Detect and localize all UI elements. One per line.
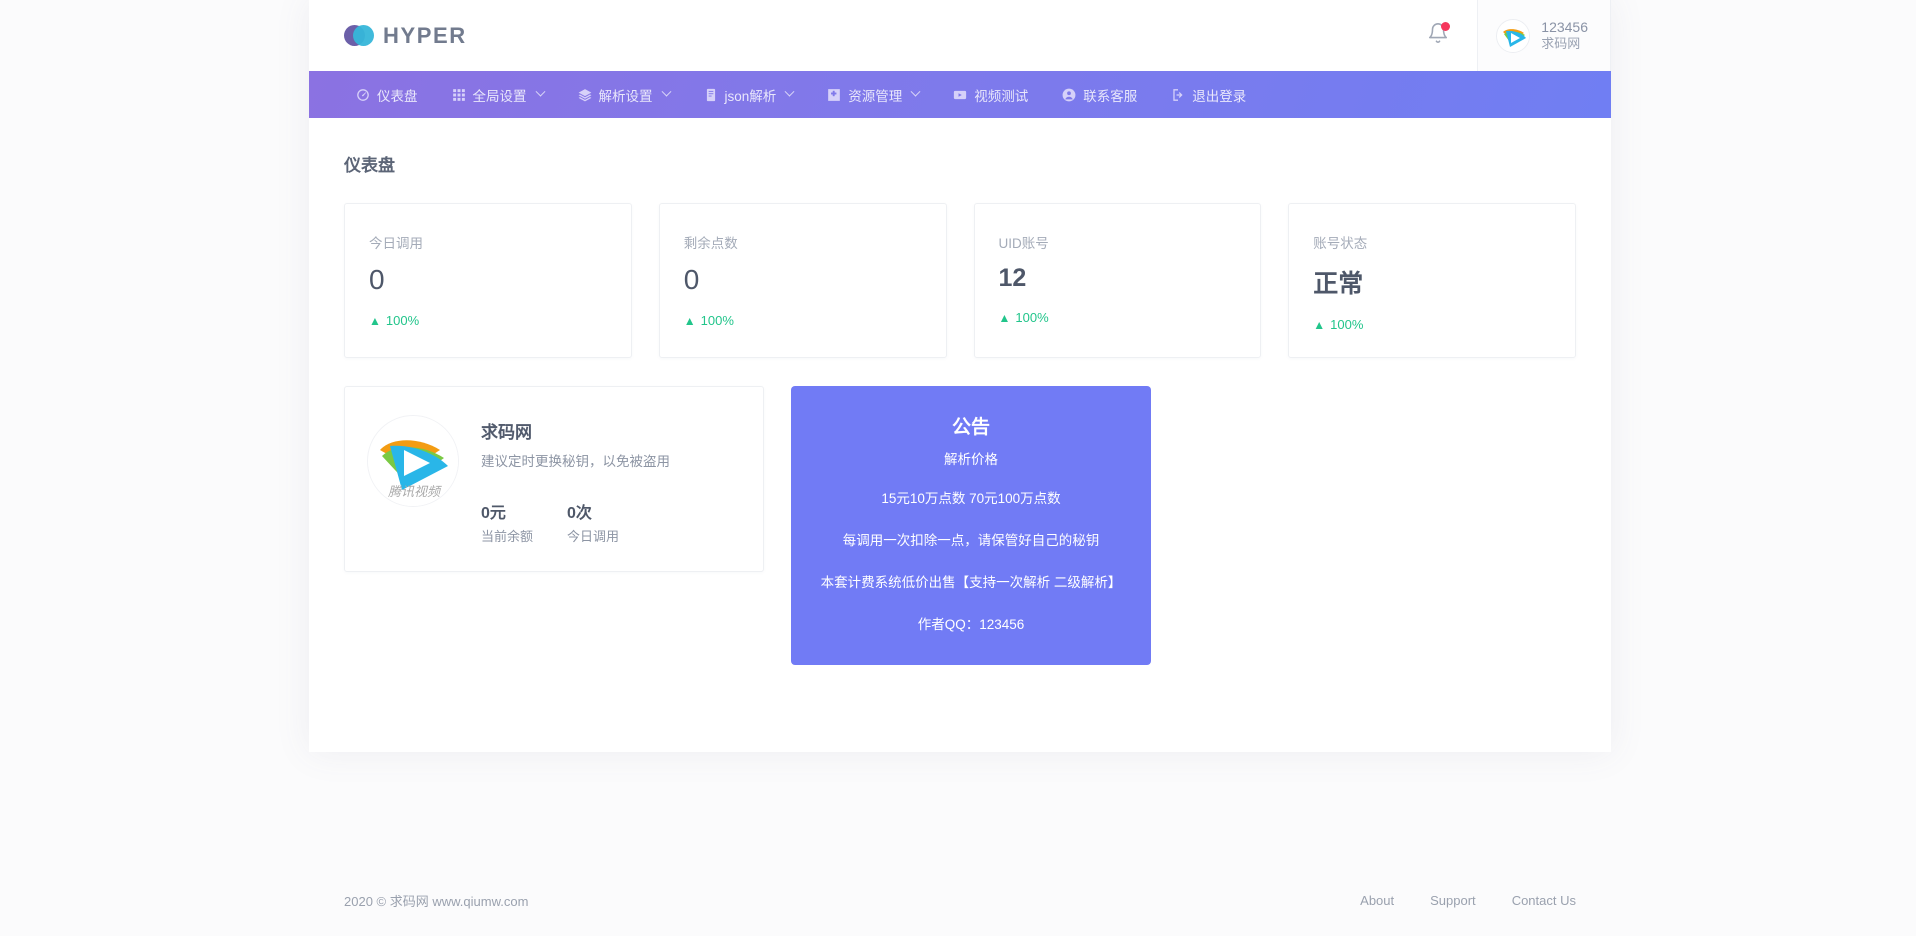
main-navigation: 仪表盘 全局设置 解析设置 json解析 资源管理 视频测试 联系客服 退出登录 [309,71,1611,118]
nav-item-video-test[interactable]: 视频测试 [936,71,1045,118]
grid-icon [452,88,466,102]
nav-item-resource-management[interactable]: 资源管理 [810,71,936,118]
lower-row: 腾讯视频 求码网 建议定时更换秘钥，以免被盗用 0元 当前余额 0次 今日调用 … [344,386,1576,665]
nav-item-label: 退出登录 [1192,88,1247,104]
stat-label: 剩余点数 [683,236,738,251]
profile-stat-label: 当前余额 [481,528,534,544]
footer-link-support[interactable]: Support [1430,893,1476,908]
arrow-up-icon: ▲ [998,310,1011,325]
notifications-button[interactable] [1399,0,1477,71]
nav-item-label: 联系客服 [1083,88,1138,104]
stat-delta-value: 100% [385,313,420,328]
profile-stat-label: 今日调用 [567,528,620,544]
arrow-up-icon: ▲ [683,313,696,328]
announcement-card: 公告 解析价格 15元10万点数 70元100万点数 每调用一次扣除一点，请保管… [791,386,1151,665]
stat-delta: ▲ 100% [369,313,607,328]
nav-item-label: 资源管理 [848,88,903,104]
user-circle-icon [1062,88,1076,102]
announcement-title: 公告 [951,417,990,438]
chevron-down-icon [784,86,795,97]
announcement-line: 作者QQ：123456 [917,616,1025,632]
footer-link-contact-us[interactable]: Contact Us [1512,893,1576,908]
nav-item-label: 视频测试 [974,88,1029,104]
app-root: HYPER 123456 求码网 仪表盘 全局设置 解析设置 json解析 资源… [0,0,1916,936]
footer-copyright: 2020 © 求码网 www.qiumw.com [344,893,529,909]
profile-stats: 0元 当前余额 0次 今日调用 [481,499,733,545]
stat-label: UID账号 [998,236,1049,251]
stat-delta: ▲ 100% [684,313,922,328]
nav-item-dashboard[interactable]: 仪表盘 [339,71,435,118]
stat-delta-value: 100% [1330,317,1364,332]
logout-icon [1171,88,1185,102]
nav-item-label: json解析 [724,88,777,104]
video-icon [953,88,967,102]
chevron-down-icon [910,86,921,97]
user-menu[interactable]: 123456 求码网 [1477,0,1611,71]
stat-label: 账号状态 [1313,236,1368,251]
profile-description: 建议定时更换秘钥，以免被盗用 [481,454,670,469]
announcement-subtitle: 解析价格 [944,452,998,467]
stat-card: 今日调用 0 ▲ 100% [344,203,632,358]
stat-value: 12 [998,264,1027,292]
arrow-up-icon: ▲ [1313,317,1326,332]
nav-item-parse-settings[interactable]: 解析设置 [561,71,687,118]
puzzle-icon [827,88,841,102]
header-right: 123456 求码网 [1399,0,1611,71]
gauge-icon [356,88,370,102]
avatar [1496,18,1531,53]
stat-delta-value: 100% [1015,310,1049,325]
profile-stat-value: 0元 [481,504,506,522]
stat-card: 剩余点数 0 ▲ 100% [658,203,947,358]
brand-name: HYPER [383,22,467,48]
page-footer: 2020 © 求码网 www.qiumw.com About Support C… [309,880,1611,920]
stat-delta-value: 100% [700,313,734,328]
layers-icon [578,88,592,102]
svg-text:腾讯视频: 腾讯视频 [388,484,442,499]
stat-value: 正常 [1313,270,1364,298]
profile-card: 腾讯视频 求码网 建议定时更换秘钥，以免被盗用 0元 当前余额 0次 今日调用 [344,386,764,572]
stat-value: 0 [369,264,385,295]
tencent-video-logo-icon: 腾讯视频 [367,415,459,507]
chevron-down-icon [535,86,545,97]
footer-link-about[interactable]: About [1360,893,1394,908]
stat-delta: ▲ 100% [999,310,1237,325]
footer-links: About Support Contact Us [1360,893,1576,908]
user-meta: 123456 求码网 [1541,18,1588,53]
stat-card: 账号状态 正常 ▲ 100% [1288,203,1576,358]
user-id: 123456 [1541,18,1588,35]
stat-card: UID账号 12 ▲ 100% [973,203,1262,358]
nav-item-label: 全局设置 [472,88,527,104]
top-header: HYPER 123456 求码网 [309,0,1611,71]
profile-info: 求码网 建议定时更换秘钥，以免被盗用 0元 当前余额 0次 今日调用 [481,415,733,545]
announcement-line: 15元10万点数 70元100万点数 [881,491,1061,506]
brand-logo[interactable]: HYPER [344,23,467,49]
nav-item-contact-support[interactable]: 联系客服 [1045,71,1154,118]
stat-value: 0 [683,264,700,295]
profile-stat-today-calls: 0次 今日调用 [567,499,619,545]
stats-row: 今日调用 0 ▲ 100% 剩余点数 0 ▲ 100% UID账号 12 ▲ 1… [344,203,1576,358]
chevron-down-icon [661,86,671,97]
announcement-line: 每调用一次扣除一点，请保管好自己的秘钥 [842,532,1100,548]
nav-item-logout[interactable]: 退出登录 [1154,71,1263,118]
stat-label: 今日调用 [369,236,423,251]
profile-name: 求码网 [481,423,532,442]
nav-item-label: 解析设置 [598,88,653,104]
profile-stat-value: 0次 [567,504,592,522]
nav-item-json-parse[interactable]: json解析 [687,71,811,118]
document-icon [704,88,718,102]
hyper-circles-icon [344,25,374,46]
app-shell: HYPER 123456 求码网 仪表盘 全局设置 解析设置 json解析 资源… [309,0,1611,752]
announcement-line: 本套计费系统低价出售【支持一次解析 二级解析】 [820,574,1122,590]
nav-item-label: 仪表盘 [377,88,418,104]
profile-stat-balance: 0元 当前余额 [481,499,533,545]
user-name: 求码网 [1541,36,1581,52]
main-content: 仪表盘 今日调用 0 ▲ 100% 剩余点数 0 ▲ 100% UID账号 12… [309,118,1611,735]
stat-delta: ▲ 100% [1313,317,1551,332]
arrow-up-icon: ▲ [369,313,381,328]
page-title: 仪表盘 [344,156,395,175]
nav-item-global-settings[interactable]: 全局设置 [435,71,561,118]
